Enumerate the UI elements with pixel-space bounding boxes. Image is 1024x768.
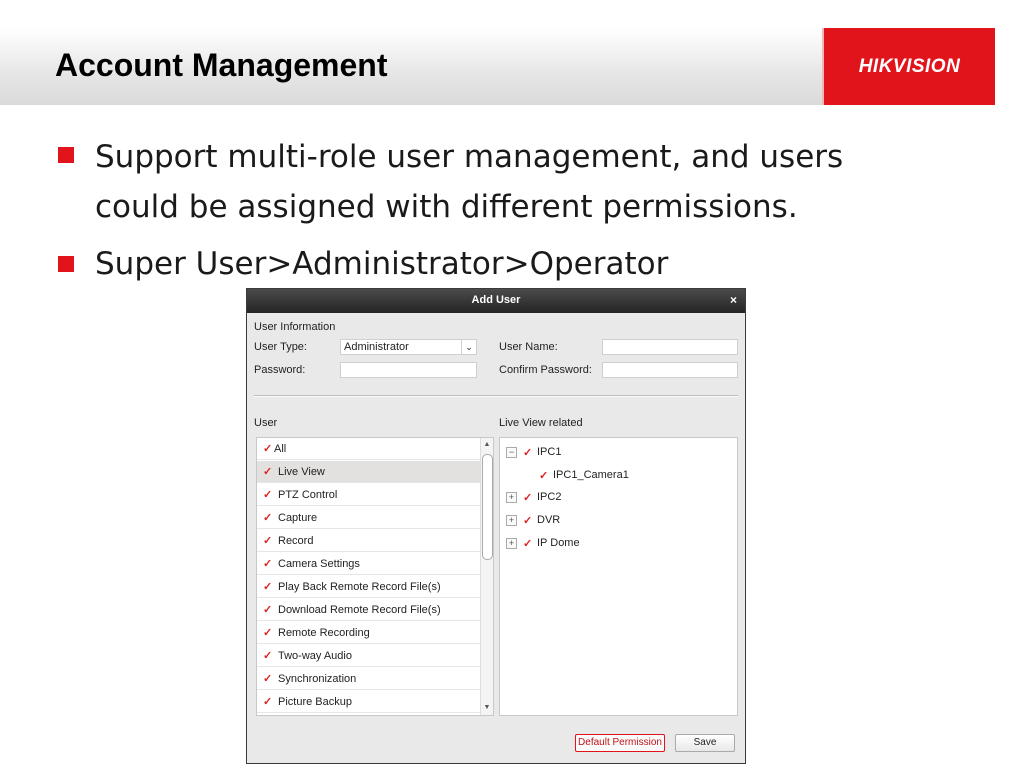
permission-list[interactable]: ✓ All ✓ Live View ✓ PTZ Control ✓ Capture ✓ R… xyxy=(256,437,494,716)
list-item-label: Camera Settings xyxy=(278,558,360,570)
checkmark-icon[interactable]: ✓ xyxy=(263,467,273,478)
checkmark-icon[interactable]: ✓ xyxy=(263,490,273,501)
list-item-label: PTZ Control xyxy=(278,489,338,501)
checkmark-icon[interactable]: ✓ xyxy=(263,628,273,639)
list-item-label: Picture Backup xyxy=(278,696,352,708)
tree-node-label: IPC2 xyxy=(537,491,562,503)
list-item-remote-recording[interactable]: ✓ Remote Recording xyxy=(257,622,480,644)
user-type-value: Administrator xyxy=(344,341,409,353)
list-item-synchronization[interactable]: ✓ Synchronization xyxy=(257,668,480,690)
expand-icon[interactable]: + xyxy=(506,538,517,549)
tree-node-label: IP Dome xyxy=(537,537,580,549)
checkmark-icon[interactable]: ✓ xyxy=(263,536,273,547)
list-item-play-back[interactable]: ✓ Play Back Remote Record File(s) xyxy=(257,576,480,598)
list-item-label: Two-way Audio xyxy=(278,650,352,662)
checkmark-icon[interactable]: ✓ xyxy=(539,471,549,482)
checkmark-icon[interactable]: ✓ xyxy=(263,697,273,708)
user-information-label: User Information xyxy=(254,321,336,333)
list-item-download[interactable]: ✓ Download Remote Record File(s) xyxy=(257,599,480,621)
checkmark-icon[interactable]: ✓ xyxy=(523,493,533,504)
live-view-tree[interactable]: − ✓ IPC1 ✓ IPC1_Camera1 + ✓ IPC2 + ✓ DVR… xyxy=(499,437,738,716)
scroll-thumb[interactable] xyxy=(482,454,493,560)
list-scrollbar[interactable]: ▲ ▼ xyxy=(480,438,493,715)
tree-node-label: DVR xyxy=(537,514,561,526)
list-item-label: All xyxy=(274,443,287,455)
default-permission-button[interactable]: Default Permission xyxy=(575,734,665,752)
live-view-section-label: Live View related xyxy=(499,417,583,429)
list-item-camera-settings[interactable]: ✓ Camera Settings xyxy=(257,553,480,575)
bullet-2-line-1: Super User>Administrator>Operator xyxy=(95,246,669,282)
confirm-password-label: Confirm Password: xyxy=(499,364,592,376)
list-item-ptz-control[interactable]: ✓ PTZ Control xyxy=(257,484,480,506)
user-type-label: User Type: xyxy=(254,341,307,353)
list-item-label: Record xyxy=(278,535,314,547)
list-item-picture-backup[interactable]: ✓ Picture Backup xyxy=(257,691,480,713)
checkmark-icon[interactable]: ✓ xyxy=(523,539,533,550)
list-item-label: Capture xyxy=(278,512,318,524)
checkmark-icon[interactable]: ✓ xyxy=(263,559,273,570)
checkmark-icon[interactable]: ✓ xyxy=(523,516,533,527)
checkmark-icon[interactable]: ✓ xyxy=(263,513,273,524)
confirm-password-input[interactable] xyxy=(602,362,738,378)
expand-icon[interactable]: + xyxy=(506,515,517,526)
list-item-label: Synchronization xyxy=(278,673,357,685)
tree-node-label: IPC1_Camera1 xyxy=(553,469,629,481)
list-item-live-view[interactable]: ✓ Live View xyxy=(257,461,480,483)
save-button[interactable]: Save xyxy=(675,734,735,752)
section-divider xyxy=(254,395,738,397)
checkmark-icon[interactable]: ✓ xyxy=(263,444,273,455)
list-item-label: Live View xyxy=(278,466,325,478)
add-user-dialog: Add User × User Information User Type: A… xyxy=(246,288,746,764)
checkmark-icon[interactable]: ✓ xyxy=(263,651,273,662)
tree-node-label: IPC1 xyxy=(537,446,562,458)
list-item-two-way-audio[interactable]: ✓ Two-way Audio xyxy=(257,645,480,667)
list-item-all[interactable]: ✓ All xyxy=(257,438,480,460)
bullet-square-icon xyxy=(58,256,74,272)
user-type-select[interactable]: Administrator ⌄ xyxy=(340,339,477,355)
scroll-up-icon[interactable]: ▲ xyxy=(481,440,493,450)
chevron-down-icon[interactable]: ⌄ xyxy=(461,340,476,354)
list-item-label: Play Back Remote Record File(s) xyxy=(278,581,441,593)
list-item-label: Download Remote Record File(s) xyxy=(278,604,441,616)
scroll-down-icon[interactable]: ▼ xyxy=(481,703,493,713)
close-icon[interactable]: × xyxy=(730,293,737,307)
checkmark-icon[interactable]: ✓ xyxy=(523,448,533,459)
checkmark-icon[interactable]: ✓ xyxy=(263,674,273,685)
bullet-1-line-1: Support multi-role user management, and … xyxy=(95,139,844,175)
dialog-titlebar: Add User × xyxy=(247,289,745,313)
user-name-label: User Name: xyxy=(499,341,558,353)
bullet-square-icon xyxy=(58,147,74,163)
password-input[interactable] xyxy=(340,362,477,378)
page-title: Account Management xyxy=(55,47,388,83)
list-item-record[interactable]: ✓ Record xyxy=(257,530,480,552)
logo-text: HIKVISION xyxy=(858,55,961,77)
dialog-title: Add User xyxy=(471,294,521,306)
brand-logo: HIKVISION xyxy=(824,28,995,105)
user-name-input[interactable] xyxy=(602,339,738,355)
expand-icon[interactable]: + xyxy=(506,492,517,503)
bullet-1-line-2: could be assigned with different permiss… xyxy=(95,189,798,225)
list-item-label: Remote Recording xyxy=(278,627,370,639)
password-label: Password: xyxy=(254,364,306,376)
list-item-capture[interactable]: ✓ Capture xyxy=(257,507,480,529)
checkmark-icon[interactable]: ✓ xyxy=(263,605,273,616)
checkmark-icon[interactable]: ✓ xyxy=(263,582,273,593)
collapse-icon[interactable]: − xyxy=(506,447,517,458)
user-section-label: User xyxy=(254,417,278,429)
